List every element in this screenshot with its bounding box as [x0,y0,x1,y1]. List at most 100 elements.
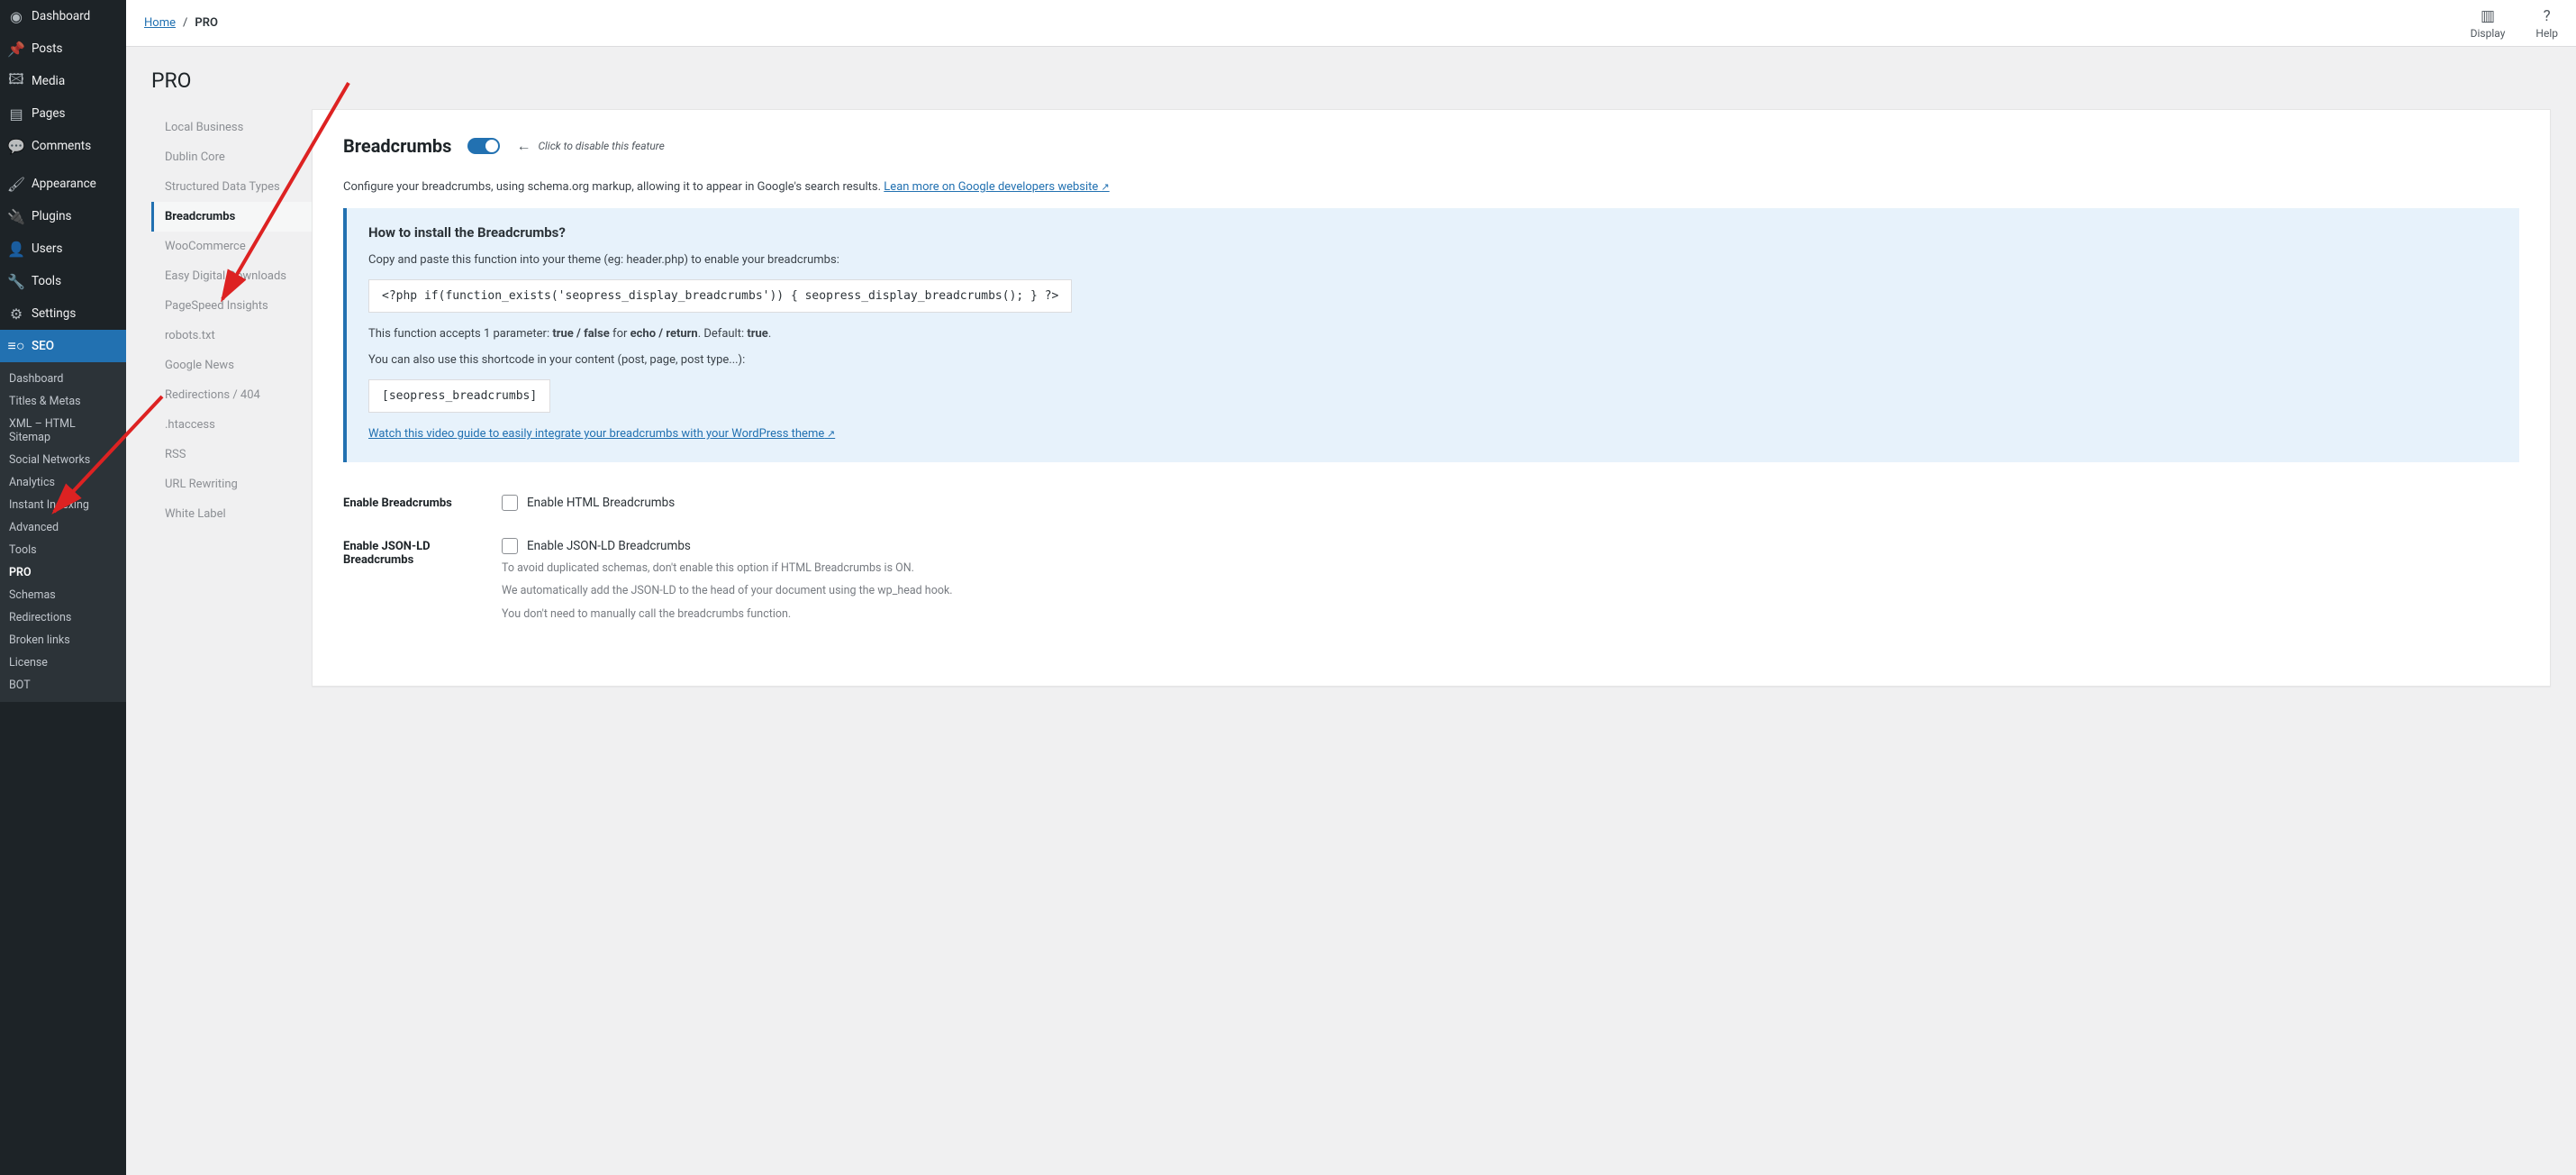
callout-text-1: Copy and paste this function into your t… [368,253,2498,267]
settings-icon: ⚙ [7,305,25,323]
seo-submenu-license[interactable]: License [0,651,126,674]
desc-text: Configure your breadcrumbs, using schema… [343,180,884,194]
wp-menu-users[interactable]: 👤Users [0,232,126,265]
seo-submenu-pro[interactable]: PRO [0,561,126,584]
settings-tab-local-business[interactable]: Local Business [151,113,312,142]
wp-menu-seo[interactable]: ≡○ SEO [0,330,126,362]
topbar: Home / PRO ▥ Display ? Help [126,0,2576,47]
row-enable-jsonld: Enable JSON-LD Breadcrumbs Enable JSON-L… [343,538,2519,623]
wp-menu-label: Posts [32,41,62,56]
code-snippet-php: <?php if(function_exists('seopress_displ… [368,279,1072,313]
pages-icon: ▤ [7,105,25,123]
row-enable-breadcrumbs-label: Enable Breadcrumbs [343,495,502,510]
help-button[interactable]: ? Help [2535,7,2558,40]
tools-icon: 🔧 [7,272,25,290]
seo-submenu: DashboardTitles & MetasXML – HTML Sitema… [0,362,126,702]
breadcrumb: Home / PRO [144,16,218,30]
settings-tab-rss[interactable]: RSS [151,440,312,469]
settings-tab-robots-txt[interactable]: robots.txt [151,321,312,351]
panel-heading: Breadcrumbs [343,135,451,157]
panel-description: Configure your breadcrumbs, using schema… [343,180,2519,194]
seo-submenu-schemas[interactable]: Schemas [0,584,126,606]
seo-submenu-tools[interactable]: Tools [0,539,126,561]
wp-menu-dashboard[interactable]: ◉Dashboard [0,0,126,32]
panel-header: Breadcrumbs ← Click to disable this feat… [343,135,2519,157]
learn-more-link[interactable]: Lean more on Google developers website [884,180,1109,194]
wp-menu-posts[interactable]: 📌 Posts [0,32,126,65]
row-enable-breadcrumbs: Enable Breadcrumbs Enable HTML Breadcrum… [343,495,2519,511]
feature-toggle[interactable] [467,138,500,154]
settings-tabs: Local BusinessDublin CoreStructured Data… [151,109,312,529]
wp-menu-appearance[interactable]: 🖌 Appearance [0,168,126,200]
settings-tab-woocommerce[interactable]: WooCommerce [151,232,312,261]
settings-tab-white-label[interactable]: White Label [151,499,312,529]
posts-icon: 📌 [7,40,25,58]
wp-menu-label: SEO [32,339,54,353]
display-label: Display [2471,27,2506,40]
settings-tab--htaccess[interactable]: .htaccess [151,410,312,440]
callout-title: How to install the Breadcrumbs? [368,224,2498,241]
wp-menu-media[interactable]: 🖾 Media [0,65,126,97]
row-enable-jsonld-label: Enable JSON-LD Breadcrumbs [343,538,502,567]
enable-jsonld-option[interactable]: Enable JSON-LD Breadcrumbs [502,538,2519,554]
settings-tab-breadcrumbs[interactable]: Breadcrumbs [151,202,312,232]
appearance-icon: 🖌 [7,175,25,193]
wp-menu-label: Appearance [32,177,96,191]
display-button[interactable]: ▥ Display [2471,7,2506,40]
wp-menu-label: Users [32,241,62,256]
enable-html-breadcrumbs-label: Enable HTML Breadcrumbs [527,496,675,510]
toggle-hint: ← Click to disable this feature [516,137,664,155]
wp-menu-label: Settings [32,306,76,321]
wp-menu-label: Media [32,74,65,88]
callout-text-3: You can also use this shortcode in your … [368,353,2498,367]
wp-menu-settings[interactable]: ⚙ Settings [0,297,126,330]
code-snippet-shortcode: [seopress_breadcrumbs] [368,379,550,413]
settings-tab-redirections-404[interactable]: Redirections / 404 [151,380,312,410]
wp-menu-comments[interactable]: 💬 Comments [0,130,126,162]
seo-submenu-redirections[interactable]: Redirections [0,606,126,629]
wp-menu-label: Plugins [32,209,72,223]
seo-submenu-broken-links[interactable]: Broken links [0,629,126,651]
breadcrumb-separator: / [183,16,187,30]
settings-panel: Breadcrumbs ← Click to disable this feat… [312,109,2551,687]
enable-html-breadcrumbs-checkbox[interactable] [502,495,518,511]
settings-tab-structured-data-types[interactable]: Structured Data Types [151,172,312,202]
help-label: Help [2535,27,2558,40]
seo-icon: ≡○ [7,337,25,355]
toggle-hint-text: Click to disable this feature [538,140,664,152]
callout-text-2: This function accepts 1 parameter: true … [368,327,2498,341]
video-guide-link[interactable]: Watch this video guide to easily integra… [368,427,835,441]
seo-submenu-social-networks[interactable]: Social Networks [0,449,126,471]
wp-menu-label: Comments [32,139,91,153]
install-callout: How to install the Breadcrumbs? Copy and… [343,208,2519,462]
media-icon: 🖾 [7,72,25,90]
seo-submenu-bot[interactable]: BOT [0,674,126,697]
settings-tab-url-rewriting[interactable]: URL Rewriting [151,469,312,499]
seo-submenu-titles-metas[interactable]: Titles & Metas [0,390,126,413]
seo-submenu-xml-html-sitemap[interactable]: XML – HTML Sitemap [0,413,126,449]
seo-submenu-advanced[interactable]: Advanced [0,516,126,539]
seo-submenu-analytics[interactable]: Analytics [0,471,126,494]
breadcrumb-current: PRO [195,16,218,30]
seo-submenu-instant-indexing[interactable]: Instant Indexing [0,494,126,516]
settings-tab-google-news[interactable]: Google News [151,351,312,380]
help-icon: ? [2544,7,2551,25]
wp-menu-plugins[interactable]: 🔌Plugins [0,200,126,232]
settings-tab-pagespeed-insights[interactable]: PageSpeed Insights [151,291,312,321]
seo-submenu-dashboard[interactable]: Dashboard [0,368,126,390]
enable-jsonld-label: Enable JSON-LD Breadcrumbs [527,539,691,553]
jsonld-hint-2: We automatically add the JSON-LD to the … [502,582,2519,599]
breadcrumb-home-link[interactable]: Home [144,16,176,30]
wp-menu-tools[interactable]: 🔧 Tools [0,265,126,297]
comments-icon: 💬 [7,137,25,155]
dashboard-icon: ◉ [7,7,25,25]
enable-jsonld-checkbox[interactable] [502,538,518,554]
display-icon: ▥ [2481,7,2495,25]
wp-menu-label: Pages [32,106,66,121]
wp-menu-pages[interactable]: ▤ Pages [0,97,126,130]
wp-menu-label: Tools [32,274,61,288]
main-area: Home / PRO ▥ Display ? Help PRO Local Bu… [126,0,2576,1175]
enable-html-breadcrumbs-option[interactable]: Enable HTML Breadcrumbs [502,495,2519,511]
settings-tab-dublin-core[interactable]: Dublin Core [151,142,312,172]
settings-tab-easy-digital-downloads[interactable]: Easy Digital Downloads [151,261,312,291]
